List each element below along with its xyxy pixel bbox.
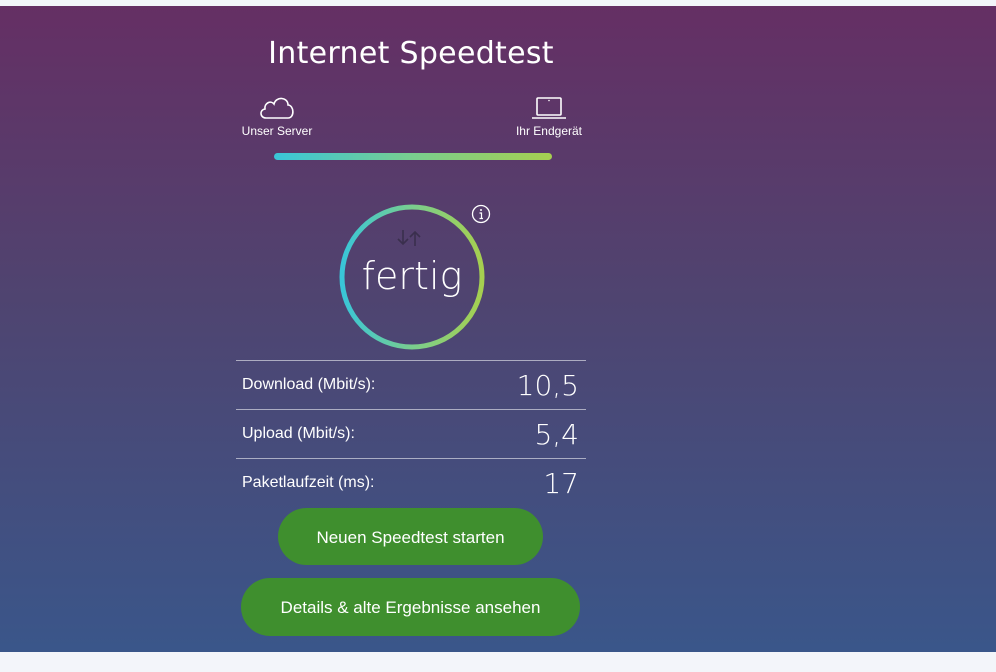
result-row-upload: Upload (Mbit/s): 5,4 [236, 409, 586, 458]
new-speedtest-button[interactable]: Neuen Speedtest starten [278, 508, 543, 565]
up-down-arrows-icon [397, 230, 421, 246]
device-label: Ihr Endgerät [515, 124, 583, 138]
connection-progress-bar [274, 153, 552, 160]
details-history-button[interactable]: Details & alte Ergebnisse ansehen [241, 578, 580, 636]
device-endpoint: Ihr Endgerät [510, 92, 588, 138]
server-endpoint: Unser Server [236, 92, 318, 138]
laptop-icon [532, 97, 566, 119]
server-label: Unser Server [241, 124, 313, 138]
download-value: 10,5 [516, 369, 579, 402]
upload-label: Upload (Mbit/s): [242, 425, 355, 442]
latency-label: Paketlaufzeit (ms): [242, 474, 375, 491]
speedtest-panel: Internet Speedtest Unser Server Ihr Endg… [0, 6, 996, 652]
result-row-download: Download (Mbit/s): 10,5 [236, 360, 586, 409]
latency-value: 17 [543, 467, 579, 500]
upload-value: 5,4 [534, 418, 579, 451]
result-row-latency: Paketlaufzeit (ms): 17 [236, 458, 586, 507]
page-title: Internet Speedtest [268, 36, 554, 71]
info-icon[interactable] [470, 203, 492, 225]
cloud-icon [260, 97, 294, 119]
gauge-status-text: fertig [361, 254, 463, 298]
results-table: Download (Mbit/s): 10,5 Upload (Mbit/s):… [236, 360, 586, 507]
download-label: Download (Mbit/s): [242, 376, 376, 393]
